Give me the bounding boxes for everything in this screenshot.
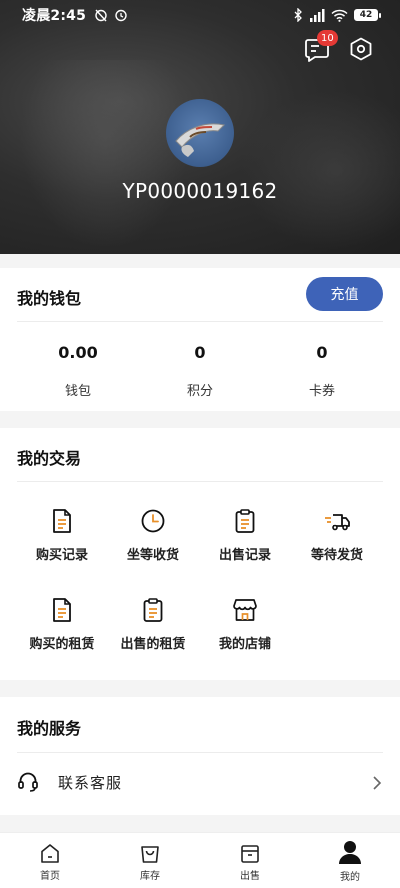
purchase-record-icon <box>53 509 71 533</box>
settings-hexagon-icon <box>350 37 372 61</box>
purchase-records-label: 购买记录 <box>35 548 88 563</box>
service-card: 我的服务 联系客服 <box>0 697 400 815</box>
purchase-records-button[interactable]: 购买记录 <box>12 508 112 563</box>
divider <box>17 752 383 753</box>
knife-avatar-image <box>175 123 226 157</box>
status-bar: 凌晨2:45 42 <box>0 0 400 30</box>
alarm-icon <box>115 9 127 22</box>
headset-icon <box>18 772 38 792</box>
alarm-off-icon <box>95 9 107 22</box>
status-time: 凌晨2:45 <box>22 8 87 24</box>
coupons-label: 卡券 <box>308 384 335 399</box>
settings-button[interactable] <box>348 36 374 62</box>
nav-sell-label: 出售 <box>240 871 260 882</box>
contact-support-row[interactable]: 联系客服 <box>0 764 400 804</box>
my-store-label: 我的店铺 <box>218 637 271 652</box>
sale-records-label: 出售记录 <box>218 548 271 563</box>
coupons-value: 0 <box>316 343 328 362</box>
sold-rentals-button[interactable]: 出售的租赁 <box>103 597 203 652</box>
purchased-rentals-button[interactable]: 购买的租赁 <box>12 597 112 652</box>
my-store-button[interactable]: 我的店铺 <box>195 597 295 652</box>
sale-records-button[interactable]: 出售记录 <box>195 508 295 563</box>
store-icon <box>233 599 257 621</box>
wallet-balance-stat[interactable]: 0.00 钱包 <box>18 343 138 399</box>
battery-indicator: 42 <box>354 9 381 21</box>
awaiting-shipment-label: 等待发货 <box>310 548 363 563</box>
awaiting-receipt-button[interactable]: 坐等收货 <box>103 508 203 563</box>
contact-support-label: 联系客服 <box>58 774 123 792</box>
user-id[interactable]: YP0000019162 <box>0 179 400 203</box>
nav-home[interactable]: 首页 <box>0 833 100 888</box>
home-icon <box>41 844 59 863</box>
points-label: 积分 <box>186 384 213 399</box>
nav-inventory-label: 库存 <box>140 871 160 882</box>
clock-icon <box>141 509 165 533</box>
nav-mine[interactable]: 我的 <box>300 833 400 888</box>
nav-mine-label: 我的 <box>340 872 360 883</box>
service-title: 我的服务 <box>17 719 82 738</box>
delivery-truck-icon <box>325 514 350 531</box>
profile-header: 凌晨2:45 42 10 YP0000019162 <box>0 0 400 254</box>
nav-home-label: 首页 <box>40 871 60 882</box>
points-value: 0 <box>194 343 206 362</box>
trade-title: 我的交易 <box>17 449 82 468</box>
wifi-icon <box>331 9 348 22</box>
message-count-badge: 10 <box>317 30 338 46</box>
wallet-balance-label: 钱包 <box>64 384 91 399</box>
purchased-rentals-label: 购买的租赁 <box>29 637 95 652</box>
wallet-card: 我的钱包 充值 0.00 钱包 0 积分 0 卡券 <box>0 268 400 411</box>
trade-card: 我的交易 购买记录 坐等收货 出售记录 等待发货 购买的租赁 出售的租赁 我的店… <box>0 428 400 680</box>
wallet-balance-value: 0.00 <box>58 343 98 362</box>
bluetooth-icon <box>294 8 302 22</box>
chevron-right-icon <box>373 776 382 790</box>
rent-purchase-icon <box>53 598 71 622</box>
rent-sale-icon <box>143 598 163 622</box>
box-icon <box>241 845 259 863</box>
nav-sell[interactable]: 出售 <box>200 833 300 888</box>
divider <box>17 321 383 322</box>
coupons-stat[interactable]: 0 卡券 <box>262 343 382 399</box>
sale-record-icon <box>235 509 255 533</box>
sold-rentals-label: 出售的租赁 <box>120 637 186 652</box>
bag-icon <box>141 846 159 863</box>
wallet-title: 我的钱包 <box>17 289 82 308</box>
divider <box>17 481 383 482</box>
messages-button[interactable]: 10 <box>303 30 338 64</box>
awaiting-receipt-label: 坐等收货 <box>126 548 179 563</box>
avatar[interactable] <box>166 99 234 167</box>
signal-icon <box>310 8 325 22</box>
bottom-navigation: 首页 库存 出售 我的 <box>0 832 400 888</box>
user-icon <box>339 841 361 864</box>
awaiting-shipment-button[interactable]: 等待发货 <box>287 508 387 563</box>
recharge-button[interactable]: 充值 <box>306 277 383 311</box>
points-stat[interactable]: 0 积分 <box>140 343 260 399</box>
nav-inventory[interactable]: 库存 <box>100 833 200 888</box>
